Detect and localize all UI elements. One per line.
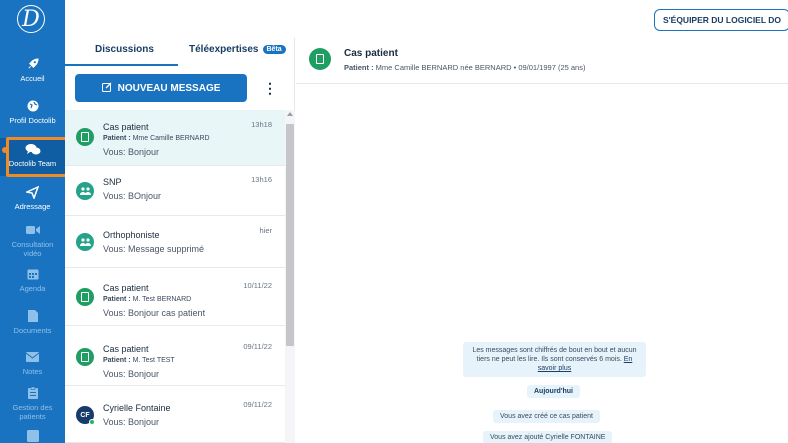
conversation-item[interactable]: Orthophoniste Vous: Message supprimé hie…: [65, 216, 285, 268]
avatar-initials: CF: [80, 411, 90, 419]
nav-item-agenda[interactable]: Agenda: [0, 268, 65, 293]
patient-name: M. Test TEST: [130, 357, 175, 364]
patient-prefix: Patient :: [103, 135, 131, 142]
conversation-patient: Patient : Mme Camille BERNARD: [103, 135, 210, 142]
conversation-patient: Patient : M. Test TEST: [103, 357, 175, 364]
list-scrollbar[interactable]: [285, 110, 295, 443]
system-event: Vous avez ajouté Cyrielle FONTAINE: [483, 431, 613, 443]
calendar-icon: [0, 268, 65, 282]
conversation-patient: Patient : M. Test BERNARD: [103, 296, 191, 303]
encryption-text: Les messages sont chiffrés de bout en bo…: [472, 347, 637, 363]
conversation-last-message: Vous: BOnjour: [103, 191, 162, 201]
conversation-time: 13h16: [251, 175, 272, 184]
patient-name: Mme Camille BERNARD: [130, 135, 210, 142]
document-icon: [76, 128, 94, 146]
tab-teleexpertises-label: Téléexpertises: [189, 44, 259, 55]
active-tab-indicator: [65, 64, 178, 66]
conversation-last-message: Vous: Bonjour: [103, 417, 160, 427]
conversation-title: Cas patient: [103, 344, 149, 354]
equip-software-button[interactable]: S'ÉQUIPER DU LOGICIEL DO: [653, 9, 788, 31]
group-icon: [76, 233, 94, 251]
tab-teleexpertises[interactable]: Téléexpertises Bêta: [189, 44, 286, 55]
video-icon: [0, 224, 65, 238]
new-message-label: NOUVEAU MESSAGE: [117, 82, 221, 94]
conversation-item[interactable]: Cas patient Patient : M. Test BERNARD Vo…: [65, 268, 285, 326]
conversation-item[interactable]: SNP Vous: BOnjour 13h16: [65, 166, 285, 216]
conversation-time: 10/11/22: [243, 281, 272, 290]
globe-icon: [0, 100, 65, 114]
more-options-icon[interactable]: ⋮: [263, 78, 277, 98]
conversation-item[interactable]: Cas patient Patient : Mme Camille BERNAR…: [65, 110, 285, 166]
encryption-notice: Les messages sont chiffrés de bout en bo…: [463, 342, 646, 377]
conversation-item[interactable]: Cas patient Patient : M. Test TEST Vous:…: [65, 326, 285, 386]
system-event: Vous avez créé ce cas patient: [493, 410, 600, 423]
tab-discussions[interactable]: Discussions: [95, 44, 154, 55]
conversation-item[interactable]: CF Cyrielle Fontaine Vous: Bonjour 09/11…: [65, 386, 285, 443]
conversation-last-message: Vous: Bonjour: [103, 369, 160, 379]
doctolib-logo[interactable]: D: [10, 2, 52, 36]
chat-title: Cas patient: [344, 48, 398, 59]
nav-item-more[interactable]: [0, 430, 65, 443]
nav-item-profil[interactable]: Profil Doctolib: [0, 100, 65, 125]
document-icon: [309, 48, 331, 70]
card-icon: [0, 430, 65, 443]
clipboard-icon: [0, 386, 65, 401]
focus-highlight-dot: [2, 147, 8, 153]
chat-patient-info: Patient : Mme Camille BERNARD née BERNAR…: [344, 63, 585, 72]
document-icon: [76, 288, 94, 306]
patient-prefix: Patient :: [103, 296, 131, 303]
top-bar: S'ÉQUIPER DU LOGICIEL DO: [65, 0, 788, 38]
left-nav: D Accueil Profil Doctolib Doctolib Team …: [0, 0, 65, 443]
conversation-time: 09/11/22: [243, 342, 272, 351]
group-icon: [76, 182, 94, 200]
conversation-list: Cas patient Patient : Mme Camille BERNAR…: [65, 110, 285, 443]
conversation-title: SNP: [103, 177, 122, 187]
conversation-last-message: Vous: Bonjour cas patient: [103, 308, 206, 318]
nav-item-adressage[interactable]: Adressage: [0, 185, 65, 211]
conversation-title: Cas patient: [103, 283, 149, 293]
conversation-title: Orthophoniste: [103, 230, 160, 240]
scrollbar-thumb[interactable]: [286, 124, 294, 346]
conversation-title: Cyrielle Fontaine: [103, 403, 171, 413]
nav-item-gestion-patients[interactable]: Gestion des patients: [0, 386, 65, 421]
conversation-time: hier: [259, 226, 272, 235]
rocket-icon: [0, 58, 65, 72]
patient-prefix: Patient :: [103, 357, 131, 364]
day-separator: Aujourd'hui: [527, 385, 580, 398]
nav-item-consultation-video[interactable]: Consultation vidéo: [0, 224, 65, 258]
avatar: CF: [76, 406, 95, 425]
nav-item-accueil[interactable]: Accueil: [0, 58, 65, 83]
patient-prefix: Patient :: [344, 63, 374, 72]
conversation-time: 09/11/22: [243, 400, 272, 409]
chat-header: Cas patient Patient : Mme Camille BERNAR…: [296, 38, 788, 84]
file-icon: [0, 310, 65, 324]
edit-icon: [101, 82, 112, 95]
patient-details: Mme Camille BERNARD née BERNARD • 09/01/…: [373, 63, 586, 72]
chat-body: Les messages sont chiffrés de bout en bo…: [296, 84, 788, 443]
focus-highlight: [6, 137, 68, 177]
new-message-button[interactable]: NOUVEAU MESSAGE: [75, 74, 247, 102]
mail-icon: [0, 351, 65, 365]
nav-item-documents[interactable]: Documents: [0, 310, 65, 335]
conversation-time: 13h18: [251, 120, 272, 129]
beta-badge: Bêta: [262, 45, 286, 54]
scroll-up-icon[interactable]: [287, 112, 293, 116]
nav-item-notes[interactable]: Notes: [0, 351, 65, 376]
conversation-last-message: Vous: Bonjour: [103, 147, 160, 157]
conversation-last-message: Vous: Message supprimé: [103, 244, 205, 254]
conversation-title: Cas patient: [103, 122, 149, 132]
conversation-panel: Discussions Téléexpertises Bêta NOUVEAU M…: [65, 38, 295, 443]
send-icon: [0, 185, 65, 201]
document-icon: [76, 348, 94, 366]
patient-name: M. Test BERNARD: [130, 296, 192, 303]
list-tabs: Discussions Téléexpertises Bêta: [65, 38, 294, 66]
online-status-dot: [89, 419, 95, 425]
